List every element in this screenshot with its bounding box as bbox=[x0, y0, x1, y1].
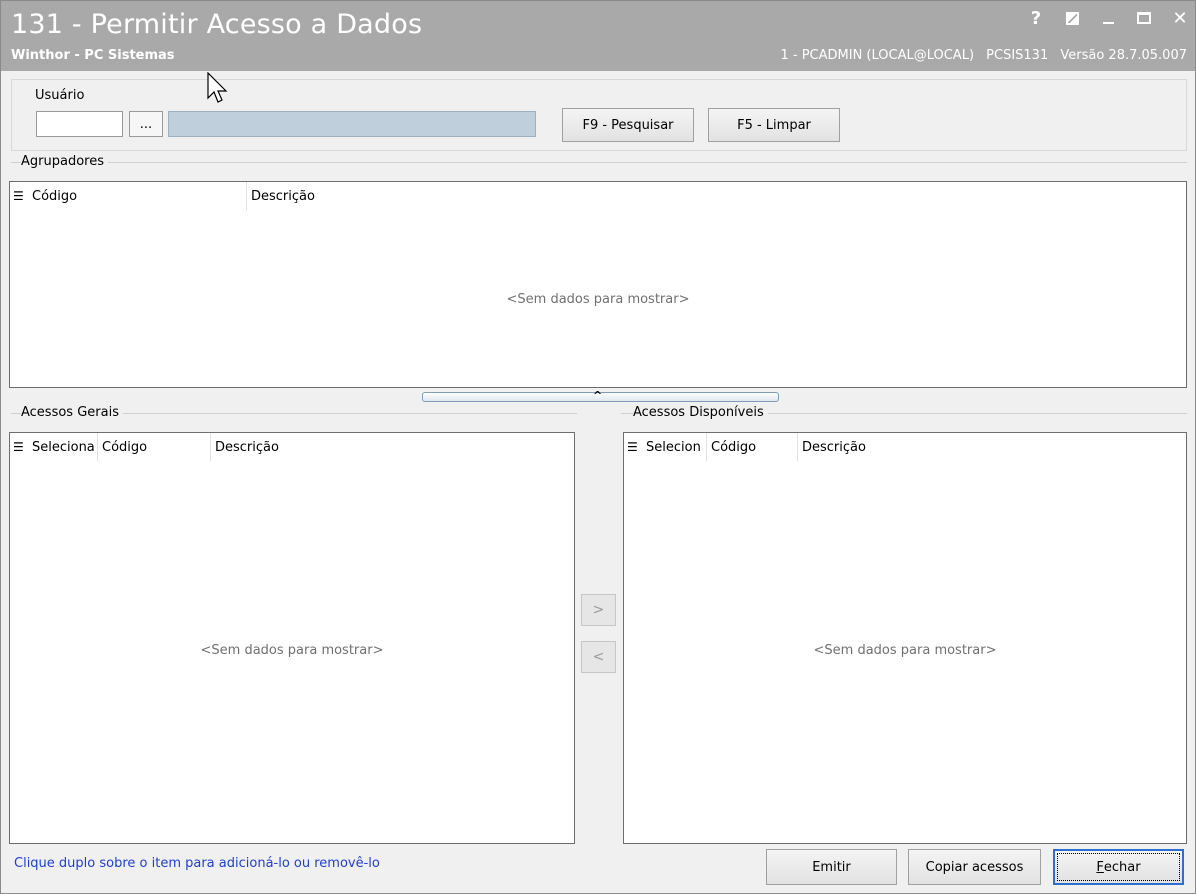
agrupadores-col-descricao[interactable]: Descrição bbox=[247, 182, 547, 210]
minimize-icon[interactable] bbox=[1099, 7, 1117, 29]
agrupadores-header: ☰ Código Descrição bbox=[10, 182, 1186, 210]
close-icon[interactable]: ✕ bbox=[1171, 7, 1189, 29]
acessos-gerais-title: Acessos Gerais bbox=[21, 405, 123, 420]
agrupadores-grid[interactable]: ☰ Código Descrição <Sem dados para mostr… bbox=[9, 181, 1187, 388]
user-name-field bbox=[168, 111, 536, 137]
footer-hint: Clique duplo sobre o item para adicioná-… bbox=[14, 856, 380, 871]
column-chooser-icon[interactable]: ☰ bbox=[10, 182, 28, 210]
acessos-gerais-col-codigo[interactable]: Código bbox=[98, 433, 211, 461]
window-title: 131 - Permitir Acesso a Dados bbox=[11, 9, 423, 40]
user-label: Usuário bbox=[35, 88, 85, 103]
copiar-acessos-button[interactable]: Copiar acessos bbox=[908, 849, 1041, 885]
agrupadores-divider bbox=[11, 162, 1187, 163]
fechar-button[interactable]: Fechar bbox=[1053, 849, 1184, 885]
acessos-gerais-col-descricao[interactable]: Descrição bbox=[211, 433, 411, 461]
acessos-gerais-col-seleciona[interactable]: Seleciona bbox=[28, 433, 98, 461]
column-chooser-icon[interactable]: ☰ bbox=[624, 433, 642, 461]
acessos-gerais-empty-message: <Sem dados para mostrar> bbox=[200, 643, 384, 658]
window-controls: ? ✕ bbox=[1027, 7, 1189, 29]
splitter-handle[interactable]: ^ bbox=[422, 389, 779, 402]
add-access-button[interactable]: > bbox=[581, 594, 616, 626]
acessos-disponiveis-grid[interactable]: ☰ Selecion Código Descrição <Sem dados p… bbox=[623, 432, 1187, 844]
acessos-disponiveis-col-selecion[interactable]: Selecion bbox=[642, 433, 707, 461]
user-lookup-button[interactable]: ... bbox=[129, 111, 163, 137]
column-chooser-icon[interactable]: ☰ bbox=[10, 433, 28, 461]
session-info: 1 - PCADMIN (LOCAL@LOCAL) PCSIS131 Versã… bbox=[772, 48, 1187, 63]
version-label: Versão 28.7.05.007 bbox=[1060, 48, 1187, 63]
chevron-up-icon: ^ bbox=[593, 389, 603, 402]
acessos-disponiveis-title: Acessos Disponíveis bbox=[633, 405, 768, 420]
routine-code: PCSIS131 bbox=[986, 48, 1049, 63]
acessos-disponiveis-col-descricao[interactable]: Descrição bbox=[798, 433, 998, 461]
agrupadores-title: Agrupadores bbox=[21, 154, 108, 169]
window-subtitle: Winthor - PC Sistemas bbox=[11, 48, 175, 63]
clear-button[interactable]: F5 - Limpar bbox=[708, 108, 840, 142]
help-icon[interactable]: ? bbox=[1027, 7, 1045, 29]
agrupadores-empty-message: <Sem dados para mostrar> bbox=[506, 292, 690, 307]
maximize-icon[interactable] bbox=[1135, 7, 1153, 29]
session-user: 1 - PCADMIN (LOCAL@LOCAL) bbox=[780, 48, 975, 63]
agrupadores-col-codigo[interactable]: Código bbox=[28, 182, 247, 210]
fechar-label: echar bbox=[1103, 859, 1141, 875]
fechar-accelerator: F bbox=[1096, 859, 1104, 875]
emitir-button[interactable]: Emitir bbox=[766, 849, 897, 885]
remove-access-button[interactable]: < bbox=[581, 641, 616, 673]
acessos-disponiveis-empty-message: <Sem dados para mostrar> bbox=[813, 643, 997, 658]
acessos-disponiveis-header: ☰ Selecion Código Descrição bbox=[624, 433, 1186, 461]
acessos-gerais-header: ☰ Seleciona Código Descrição bbox=[10, 433, 574, 461]
acessos-disponiveis-col-codigo[interactable]: Código bbox=[707, 433, 798, 461]
search-button[interactable]: F9 - Pesquisar bbox=[562, 108, 694, 142]
edit-icon[interactable] bbox=[1063, 7, 1081, 29]
user-code-input[interactable] bbox=[36, 111, 123, 137]
acessos-gerais-grid[interactable]: ☰ Seleciona Código Descrição <Sem dados … bbox=[9, 432, 575, 844]
mouse-pointer-icon bbox=[207, 72, 228, 103]
main-window: 131 - Permitir Acesso a Dados Winthor - … bbox=[0, 0, 1196, 894]
title-bar[interactable]: 131 - Permitir Acesso a Dados Winthor - … bbox=[1, 1, 1195, 71]
